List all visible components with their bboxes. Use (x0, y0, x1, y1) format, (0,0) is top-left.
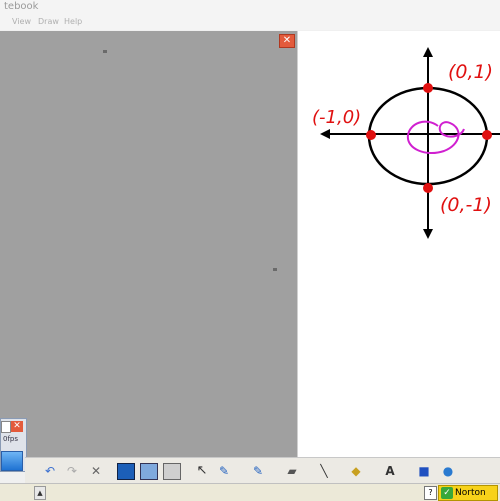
window-title: tebook (4, 1, 39, 12)
menu-help[interactable]: Help (64, 17, 82, 26)
unit-circle-drawing: (0,1) (-1,0) (0,-1) (312, 47, 500, 239)
point-top (423, 83, 433, 93)
redo-icon[interactable]: ↷ (65, 463, 79, 478)
fill-icon[interactable]: ◆ (349, 463, 363, 478)
eraser-icon[interactable]: ▰ (285, 463, 299, 478)
recorder-window: ✕ 0fps (0, 418, 27, 472)
label-bottom: (0,-1) (440, 194, 492, 216)
creative-pen-icon[interactable]: ✎ (251, 463, 265, 478)
label-left: (-1,0) (312, 107, 361, 128)
point-right (482, 130, 492, 140)
point-bottom (423, 183, 433, 193)
screen-shade-icon[interactable] (117, 463, 135, 480)
check-icon: ✓ (441, 487, 453, 499)
point-left (366, 130, 376, 140)
x-axis-arrow-icon (320, 129, 330, 139)
label-top: (0,1) (448, 61, 493, 83)
norton-tray-button[interactable]: ✓ Norton (438, 485, 498, 501)
select-arrow-icon[interactable]: ↖ (195, 463, 209, 478)
speck (273, 268, 277, 271)
title-bar: tebook (0, 0, 500, 17)
recorder-close-button[interactable]: ✕ (11, 421, 23, 432)
record-button[interactable] (1, 451, 23, 471)
pen-icon[interactable]: ✎ (217, 463, 231, 478)
whiteboard-canvas[interactable]: (0,1) (-1,0) (0,-1) (297, 31, 500, 457)
fps-label: 0fps (3, 435, 19, 443)
magic-pen-icon[interactable]: ● (441, 463, 455, 478)
menu-draw[interactable]: Draw (38, 17, 59, 26)
menu-view[interactable]: View (12, 17, 31, 26)
insert-image-icon[interactable] (163, 463, 181, 480)
undo-icon[interactable]: ↶ (43, 463, 57, 478)
scroll-up-icon[interactable]: ▲ (34, 486, 46, 500)
menu-bar: View Draw Help (0, 16, 500, 30)
table-icon[interactable] (140, 463, 158, 480)
minimize-icon[interactable] (1, 421, 11, 433)
norton-label: Norton (455, 488, 486, 498)
pink-scribble (406, 120, 465, 154)
y-axis-arrow-down-icon (423, 229, 433, 239)
page-sorter-panel (0, 31, 297, 457)
shape-icon[interactable]: ■ (417, 463, 431, 478)
smart-toolbar: ↶ ↷ ✕ ↖ ✎ ✎ ▰ ╲ ◆ A ■ ● (25, 457, 500, 483)
delete-icon[interactable]: ✕ (89, 463, 103, 478)
taskbar: ▲ ? ✓ Norton (0, 483, 500, 501)
help-icon[interactable]: ? (424, 486, 437, 500)
speck (103, 50, 107, 53)
line-icon[interactable]: ╲ (317, 463, 331, 478)
text-icon[interactable]: A (383, 463, 397, 478)
y-axis-arrow-up-icon (423, 47, 433, 57)
panel-close-button[interactable]: ✕ (279, 34, 295, 48)
